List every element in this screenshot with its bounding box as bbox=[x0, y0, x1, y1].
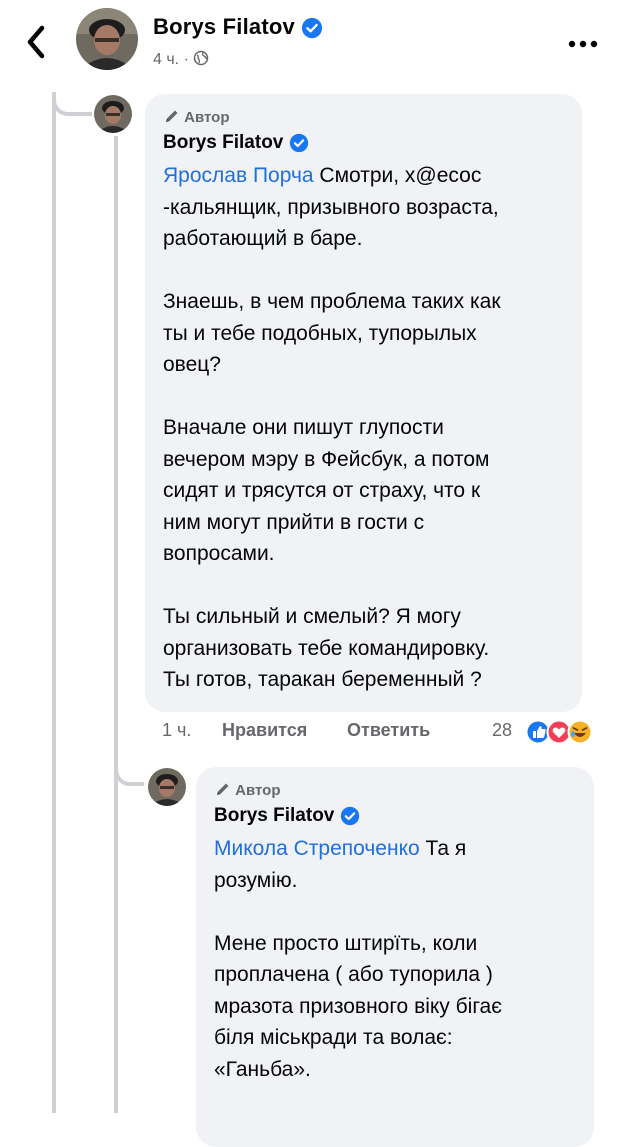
reply-commenter-name-text: Borys Filatov bbox=[214, 805, 335, 826]
reply-avatar[interactable] bbox=[148, 768, 186, 806]
comment-actions: 1 ч. Нравится Ответить 28 bbox=[162, 718, 605, 746]
pencil-icon bbox=[166, 110, 178, 122]
verified-badge-icon bbox=[302, 18, 323, 39]
comment-profile-photo bbox=[94, 95, 132, 133]
commenter-name-text: Borys Filatov bbox=[163, 132, 284, 153]
comment-text: Ярослав Порча Смотри, х@есос -кальянщик,… bbox=[163, 160, 573, 696]
reply-thread-line bbox=[114, 136, 118, 1113]
reply-thread-connector bbox=[114, 760, 144, 786]
post-meta: 4 ч. · bbox=[153, 50, 209, 69]
commenter-name[interactable]: Borys Filatov bbox=[163, 132, 309, 154]
profile-name-text: Borys Filatov bbox=[153, 14, 295, 39]
author-tag: Автор bbox=[164, 108, 230, 126]
chevron-left-icon bbox=[27, 25, 45, 59]
reply-body: розумію. Мене просто штирїть, коли пропл… bbox=[214, 868, 502, 1081]
globe-icon bbox=[194, 50, 209, 66]
verified-badge-icon bbox=[340, 806, 359, 826]
author-tag-label: Автор bbox=[184, 109, 230, 126]
profile-photo bbox=[76, 8, 138, 70]
reply-profile-photo bbox=[148, 768, 186, 806]
reply-body-start: Та я bbox=[419, 837, 467, 860]
post-time: 4 ч. · bbox=[153, 51, 189, 68]
comment-bubble: Автор Borys Filatov Ярослав Порча Смотри… bbox=[145, 94, 582, 712]
more-dots-icon bbox=[568, 40, 598, 48]
avatar[interactable] bbox=[76, 8, 138, 70]
mention-link[interactable]: Микола Стрепоченко bbox=[214, 837, 420, 860]
reactions[interactable] bbox=[525, 718, 605, 746]
thread-connector bbox=[52, 92, 92, 116]
more-options-button[interactable] bbox=[566, 36, 600, 48]
like-button[interactable]: Нравится bbox=[222, 720, 307, 741]
pencil-icon bbox=[217, 783, 229, 795]
comment-avatar[interactable] bbox=[94, 95, 132, 133]
reply-bubble: Автор Borys Filatov Микола Стрепоченко Т… bbox=[196, 767, 594, 1147]
reply-button[interactable]: Ответить bbox=[347, 720, 430, 741]
reply-text: Микола Стрепоченко Та я розумію. Мене пр… bbox=[214, 833, 584, 1085]
comment-time[interactable]: 1 ч. bbox=[162, 720, 191, 741]
reaction-count[interactable]: 28 bbox=[492, 720, 512, 741]
profile-name[interactable]: Borys Filatov bbox=[153, 14, 323, 40]
mention-link[interactable]: Ярослав Порча bbox=[163, 164, 314, 187]
thread-line bbox=[52, 92, 56, 1113]
verified-badge-icon bbox=[289, 133, 308, 153]
author-tag: Автор bbox=[215, 781, 281, 799]
back-button[interactable] bbox=[20, 22, 54, 62]
reply-commenter-name[interactable]: Borys Filatov bbox=[214, 805, 360, 827]
reactions-icon bbox=[525, 719, 593, 745]
comment-body: Смотри, х@есос -кальянщик, призывного во… bbox=[163, 164, 501, 691]
author-tag-label: Автор bbox=[235, 782, 281, 799]
